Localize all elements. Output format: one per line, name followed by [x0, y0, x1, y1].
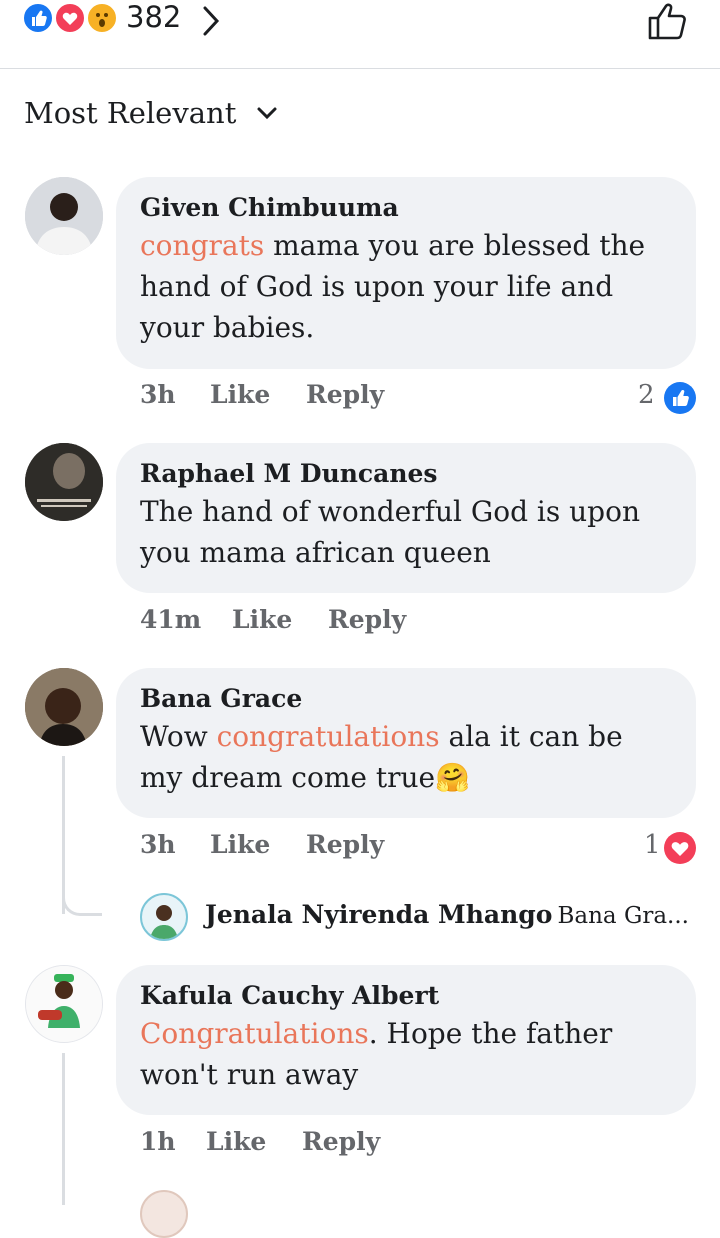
- comment-time: 3h: [140, 380, 176, 409]
- reply-author-name[interactable]: Jenala Nyirenda Mhango: [205, 900, 552, 929]
- hashtag-highlight[interactable]: congratulations: [217, 720, 440, 753]
- avatar[interactable]: [25, 668, 103, 746]
- avatar[interactable]: [140, 1190, 188, 1238]
- comment-bubble[interactable]: Raphael M Duncanes The hand of wonderful…: [116, 443, 696, 593]
- comment-text: Congratulations. Hope the father won't r…: [140, 1017, 613, 1091]
- comment-reaction-count[interactable]: 2: [638, 380, 655, 410]
- reply-button[interactable]: Reply: [302, 1127, 380, 1156]
- comment-text: The hand of wonderful God is upon you ma…: [140, 495, 640, 569]
- reply-button[interactable]: Reply: [328, 605, 406, 634]
- comment-time: 41m: [140, 605, 202, 634]
- like-button[interactable]: Like: [210, 380, 270, 409]
- like-button[interactable]: Like: [206, 1127, 266, 1156]
- reply-preview[interactable]: Jenala Nyirenda Mhango Bana Gra...: [205, 900, 689, 929]
- reaction-summary-bar: 382: [0, 0, 720, 69]
- comment-bubble[interactable]: Kafula Cauchy Albert Congratulations. Ho…: [116, 965, 696, 1115]
- comment-bubble[interactable]: Bana Grace Wow congratulations ala it ca…: [116, 668, 696, 818]
- chevron-right-icon[interactable]: [200, 4, 222, 42]
- like-icon: [664, 382, 696, 414]
- hashtag-highlight[interactable]: congrats: [140, 229, 264, 262]
- love-icon: [664, 832, 696, 864]
- commenter-name[interactable]: Given Chimbuuma: [140, 191, 672, 225]
- comment-time: 3h: [140, 830, 176, 859]
- reaction-count[interactable]: 382: [126, 0, 181, 34]
- commenter-name[interactable]: Bana Grace: [140, 682, 672, 716]
- reply-button[interactable]: Reply: [306, 830, 384, 859]
- reply-button[interactable]: Reply: [306, 380, 384, 409]
- avatar[interactable]: [25, 177, 103, 255]
- hashtag-highlight[interactable]: Congratulations: [140, 1017, 369, 1050]
- reply-snippet: Bana Gra...: [557, 903, 689, 929]
- like-icon: [22, 2, 54, 34]
- thread-connector: [62, 884, 102, 916]
- chevron-down-icon[interactable]: [256, 106, 278, 126]
- comment-bubble[interactable]: Given Chimbuuma congrats mama you are bl…: [116, 177, 696, 369]
- comment-reaction-count[interactable]: 1: [644, 830, 661, 860]
- avatar[interactable]: [140, 893, 188, 941]
- like-outline-icon[interactable]: [646, 0, 690, 46]
- commenter-name[interactable]: Raphael M Duncanes: [140, 457, 672, 491]
- sort-dropdown[interactable]: Most Relevant: [24, 96, 236, 130]
- like-button[interactable]: Like: [232, 605, 292, 634]
- love-icon: [54, 2, 86, 34]
- avatar[interactable]: [25, 443, 103, 521]
- commenter-name[interactable]: Kafula Cauchy Albert: [140, 979, 672, 1013]
- avatar[interactable]: [25, 965, 103, 1043]
- thread-line: [62, 1053, 65, 1205]
- like-button[interactable]: Like: [210, 830, 270, 859]
- comment-time: 1h: [140, 1127, 176, 1156]
- comment-text: congrats mama you are blessed the hand o…: [140, 229, 646, 344]
- wow-icon: [86, 2, 118, 34]
- comment-text: Wow congratulations ala it can be my dre…: [140, 720, 623, 794]
